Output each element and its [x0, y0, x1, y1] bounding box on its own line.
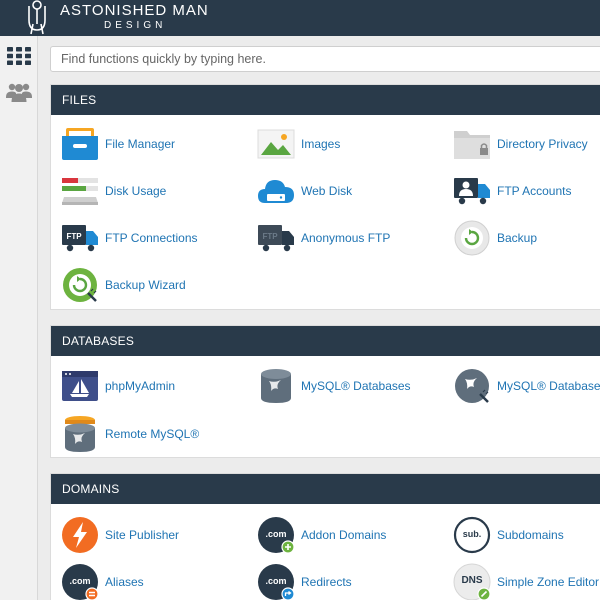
ftp-connections-link[interactable]: FTP FTP Connections	[61, 218, 198, 258]
anonymous-ftp-link[interactable]: FTP Anonymous FTP	[257, 218, 390, 258]
grid-icon	[7, 47, 31, 65]
users-icon	[6, 83, 32, 102]
mysql-database-wizard-label: MySQL® Database W	[497, 379, 600, 393]
brand-name: ASTONISHED MAN	[60, 2, 209, 19]
ftp-connections-label: FTP Connections	[105, 231, 198, 245]
directory-privacy-icon	[453, 125, 491, 163]
brand-logo[interactable]: ASTONISHED MAN DESIGN	[20, 0, 209, 36]
file-manager-icon	[61, 125, 99, 163]
addon-domains-badge: .com	[265, 529, 287, 539]
web-disk-label: Web Disk	[301, 184, 353, 198]
main-content: FILES File Manager Images Directory Priv…	[38, 36, 600, 600]
web-disk-link[interactable]: Web Disk	[257, 171, 352, 211]
subdomains-badge: sub.	[462, 529, 482, 539]
anonymous-ftp-icon: FTP	[257, 219, 295, 257]
anonymous-ftp-label: Anonymous FTP	[301, 231, 391, 245]
backup-link[interactable]: Backup	[453, 218, 537, 258]
backup-wizard-link[interactable]: Backup Wizard	[61, 265, 186, 305]
site-publisher-label: Site Publisher	[105, 528, 180, 542]
files-panel: FILES File Manager Images Directory Priv…	[50, 84, 600, 310]
phpmyadmin-label: phpMyAdmin	[105, 379, 176, 393]
backup-wizard-icon	[61, 266, 99, 304]
site-publisher-link[interactable]: Site Publisher	[61, 515, 179, 555]
mysql-databases-link[interactable]: MySQL® Databases	[257, 366, 411, 406]
ftp-accounts-icon	[453, 172, 491, 210]
addon-domains-label: Addon Domains	[301, 528, 387, 542]
directory-privacy-label: Directory Privacy	[497, 137, 588, 151]
redirects-icon: .com	[257, 563, 295, 600]
backup-label: Backup	[497, 231, 538, 245]
aliases-icon: .com	[61, 563, 99, 600]
remote-mysql-icon	[61, 415, 99, 453]
directory-privacy-link[interactable]: Directory Privacy	[453, 124, 588, 164]
disk-usage-link[interactable]: Disk Usage	[61, 171, 166, 211]
aliases-badge: .com	[69, 576, 91, 586]
addon-domains-icon: .com	[257, 516, 295, 554]
aliases-link[interactable]: .com Aliases	[61, 562, 144, 600]
remote-mysql-link[interactable]: Remote MySQL®	[61, 414, 199, 454]
sidebar	[0, 36, 38, 600]
disk-usage-label: Disk Usage	[105, 184, 167, 198]
subdomains-link[interactable]: sub. Subdomains	[453, 515, 564, 555]
images-link[interactable]: Images	[257, 124, 340, 164]
mysql-database-wizard-icon	[453, 367, 491, 405]
images-icon	[257, 125, 295, 163]
simple-zone-editor-label: Simple Zone Editor	[497, 575, 600, 589]
subdomains-icon: sub.	[453, 516, 491, 554]
sidebar-item-tools[interactable]	[5, 42, 33, 70]
redirects-link[interactable]: .com Redirects	[257, 562, 352, 600]
domains-panel-header[interactable]: DOMAINS	[51, 474, 600, 504]
file-manager-label: File Manager	[105, 137, 176, 151]
backup-icon	[453, 219, 491, 257]
svg-text:FTP: FTP	[66, 232, 82, 241]
mysql-databases-icon	[257, 367, 295, 405]
ftp-accounts-label: FTP Accounts	[497, 184, 572, 198]
mysql-databases-label: MySQL® Databases	[301, 379, 411, 393]
svg-text:FTP: FTP	[262, 232, 278, 241]
search-input[interactable]	[50, 46, 600, 72]
aliases-label: Aliases	[105, 575, 144, 589]
file-manager-link[interactable]: File Manager	[61, 124, 175, 164]
domains-panel: DOMAINS Site Publisher .com Addon Domain…	[50, 473, 600, 600]
simple-zone-editor-badge: DNS	[461, 575, 483, 586]
brand-subname: DESIGN	[104, 20, 167, 31]
addon-domains-link[interactable]: .com Addon Domains	[257, 515, 386, 555]
mysql-database-wizard-link[interactable]: MySQL® Database W	[453, 366, 600, 406]
ftp-connections-icon: FTP	[61, 219, 99, 257]
sidebar-item-users[interactable]	[5, 78, 33, 106]
simple-zone-editor-icon: DNS	[453, 563, 491, 600]
databases-panel-header[interactable]: DATABASES	[51, 326, 600, 356]
simple-zone-editor-link[interactable]: DNS Simple Zone Editor	[453, 562, 599, 600]
backup-wizard-label: Backup Wizard	[105, 278, 186, 292]
remote-mysql-label: Remote MySQL®	[105, 427, 200, 441]
images-label: Images	[301, 137, 341, 151]
subdomains-label: Subdomains	[497, 528, 564, 542]
top-bar: ASTONISHED MAN DESIGN	[0, 0, 600, 36]
redirects-label: Redirects	[301, 575, 352, 589]
files-panel-header[interactable]: FILES	[51, 85, 600, 115]
site-publisher-icon	[61, 516, 99, 554]
web-disk-icon	[257, 172, 295, 210]
databases-panel: DATABASES phpMyAdmin MySQL® Databases My…	[50, 325, 600, 458]
astonished-man-logo-icon	[28, 0, 46, 35]
phpmyadmin-icon	[61, 367, 99, 405]
redirects-badge: .com	[265, 576, 287, 586]
phpmyadmin-link[interactable]: phpMyAdmin	[61, 366, 175, 406]
disk-usage-icon	[61, 172, 99, 210]
ftp-accounts-link[interactable]: FTP Accounts	[453, 171, 571, 211]
